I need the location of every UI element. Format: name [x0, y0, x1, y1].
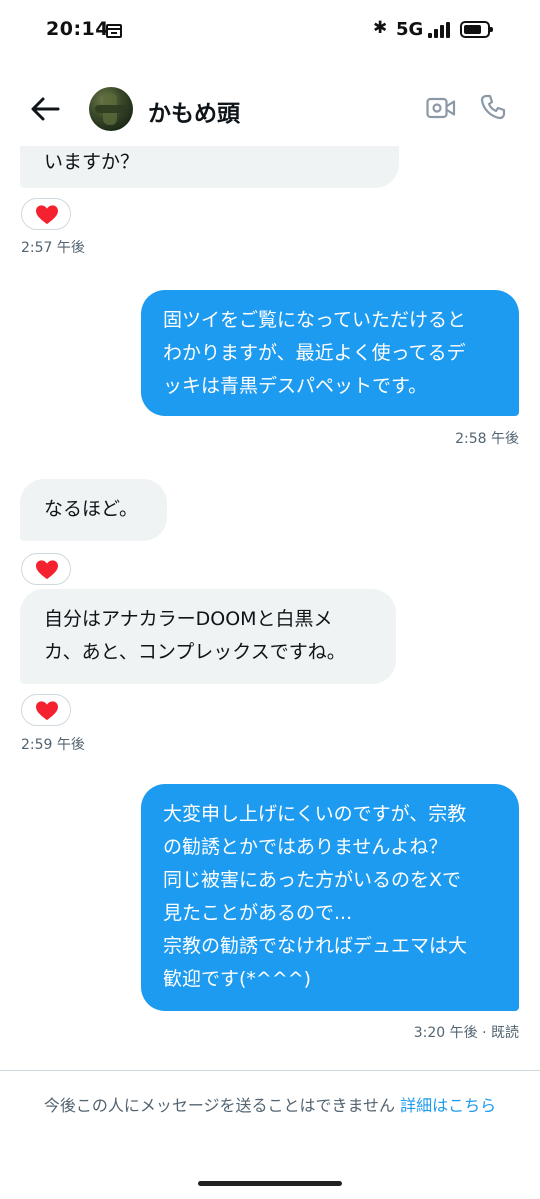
- message-text: いますか？: [44, 151, 140, 173]
- signal-icon: [428, 22, 452, 38]
- video-call-icon[interactable]: [426, 96, 456, 120]
- avatar[interactable]: [89, 87, 133, 131]
- details-link[interactable]: 詳細はこちら: [400, 1096, 496, 1115]
- notice-text: 今後この人にメッセージを送ることはできません: [43, 1096, 396, 1115]
- battery-level: [464, 25, 481, 34]
- message-bubble-incoming[interactable]: なるほど。: [20, 479, 167, 541]
- message-text-line: 自分はアナカラーDOOMと白黒メ: [44, 608, 333, 630]
- heart-icon: [36, 560, 58, 580]
- message-text-line: の勧誘とかではありませんよね？: [163, 836, 448, 858]
- cannot-message-notice: 今後この人にメッセージを送ることはできません 詳細はこちら: [20, 1092, 520, 1120]
- message-text-line: ッキは青黒デスパペットです。: [163, 375, 428, 397]
- message-timestamp: 2:59 午後: [21, 737, 85, 753]
- calendar-icon: [106, 24, 122, 38]
- message-bubble-incoming[interactable]: 自分はアナカラーDOOMと白黒メ カ、あと、コンプレックスですね。: [20, 589, 396, 684]
- message-text-line: 大変申し上げにくいのですが、宗教: [163, 803, 467, 825]
- bluetooth-icon: ✱: [373, 18, 388, 38]
- message-text-line: わかりますが、最近よく使ってるデ: [163, 342, 466, 364]
- message-text-line: 固ツイをご覧になっていただけると: [163, 309, 467, 331]
- message-text-line: カ、あと、コンプレックスですね。: [44, 641, 346, 663]
- message-timestamp: 2:58 午後: [455, 431, 519, 447]
- heart-icon: [36, 205, 58, 225]
- reaction-badge[interactable]: [21, 553, 71, 585]
- message-bubble-outgoing[interactable]: 固ツイをご覧になっていただけると わかりますが、最近よく使ってるデ ッキは青黒デ…: [141, 290, 519, 416]
- phone-call-icon[interactable]: [479, 93, 507, 121]
- message-text-line: 歓迎です(*^^^): [163, 968, 312, 990]
- message-timestamp-read: 3:20 午後 · 既読: [413, 1025, 519, 1041]
- heart-icon: [36, 701, 58, 721]
- status-bar: 20:14 ✱ 5G: [0, 0, 540, 60]
- message-text: なるほど。: [44, 498, 139, 520]
- message-bubble-outgoing[interactable]: 大変申し上げにくいのですが、宗教 の勧誘とかではありませんよね？ 同じ被害にあっ…: [141, 784, 519, 1011]
- message-text-line: 同じ被害にあった方がいるのをXで: [163, 869, 462, 891]
- message-text-line: 見たことがあるので...: [163, 902, 353, 924]
- reaction-badge[interactable]: [21, 694, 71, 726]
- network-type: 5G: [396, 19, 424, 40]
- status-time: 20:14: [46, 18, 109, 40]
- message-text-line: 宗教の勧誘でなければデュエマは大: [163, 935, 468, 957]
- footer-divider: [0, 1070, 540, 1071]
- conversation-header: かもめ頭: [0, 72, 540, 146]
- contact-name[interactable]: かもめ頭: [148, 94, 240, 128]
- home-indicator[interactable]: [198, 1181, 342, 1186]
- reaction-badge[interactable]: [21, 198, 71, 230]
- battery-icon: [460, 21, 493, 38]
- back-arrow-icon[interactable]: [28, 92, 62, 126]
- message-timestamp: 2:57 午後: [21, 240, 85, 256]
